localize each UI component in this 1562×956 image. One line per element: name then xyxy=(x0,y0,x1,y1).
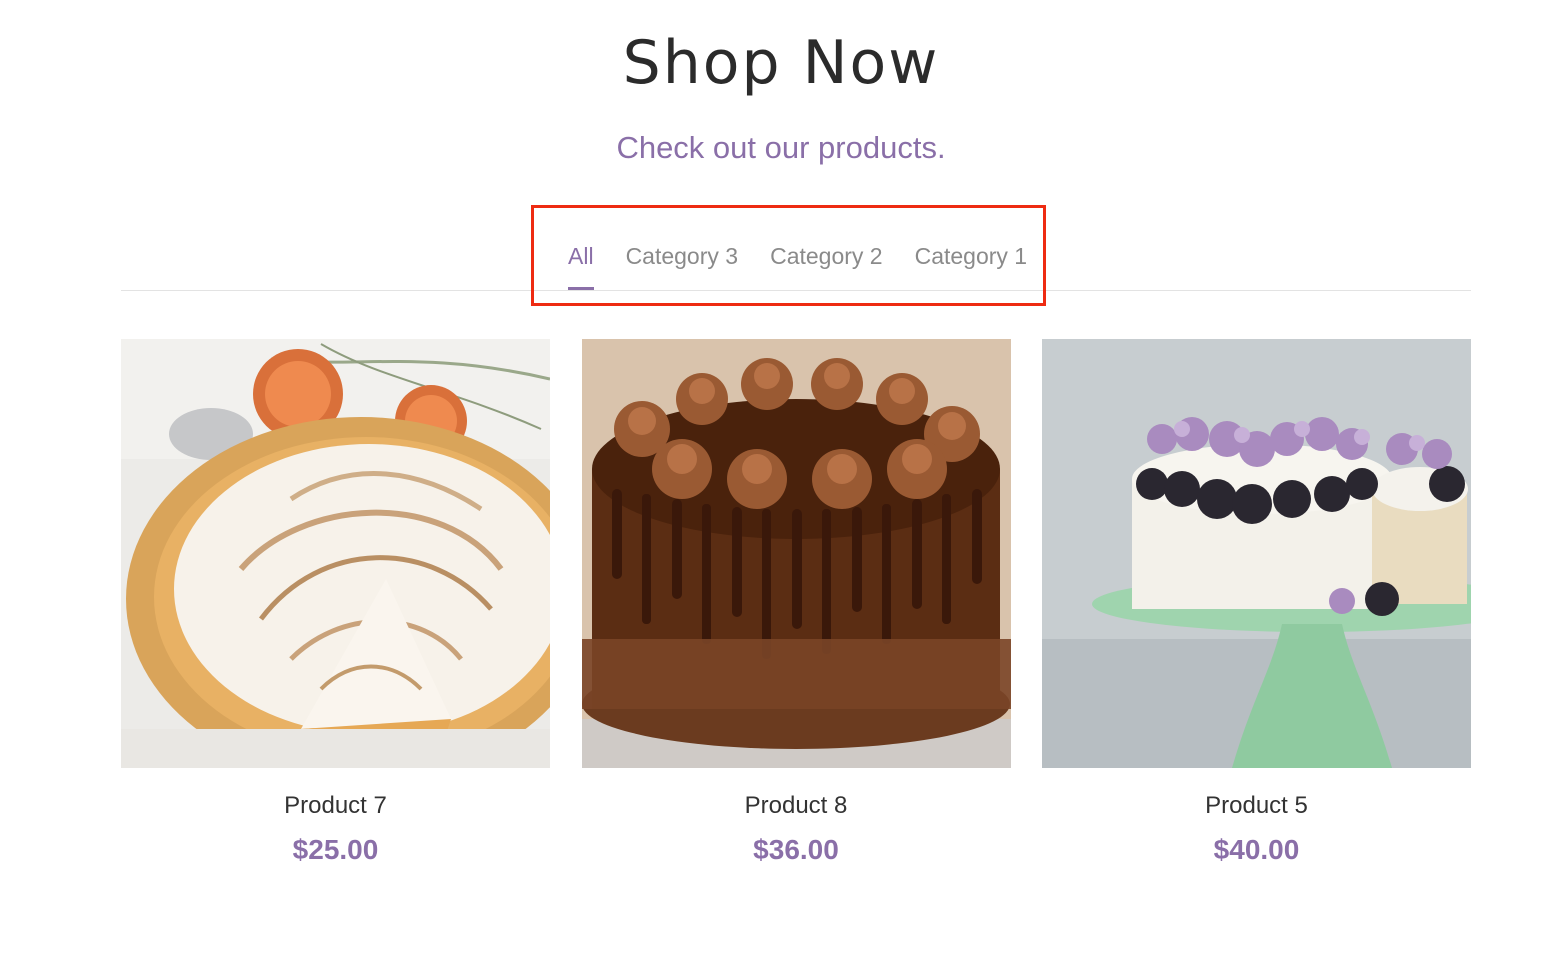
product-card[interactable]: Product 8 $36.00 xyxy=(581,339,1011,866)
product-grid: Product 7 $25.00 Product 8 $36.00 Produc… xyxy=(121,339,1471,866)
product-image-meringue-tart[interactable] xyxy=(121,339,550,768)
product-image-chocolate-drip-cake[interactable] xyxy=(581,339,1011,768)
product-price: $25.00 xyxy=(292,834,379,865)
category-filter-bar: All Category 3 Category 2 Category 1 xyxy=(121,230,1471,291)
page-title: Shop Now xyxy=(622,28,940,98)
product-name[interactable]: Product 5 xyxy=(1042,792,1471,820)
tab-category-1[interactable]: Category 1 xyxy=(899,240,1044,290)
page-subtitle: Check out our products. xyxy=(616,130,946,165)
product-card[interactable]: Product 7 $25.00 xyxy=(121,339,550,866)
product-image-blackberry-lilac-cake[interactable] xyxy=(1042,339,1471,768)
tab-category-2[interactable]: Category 2 xyxy=(754,240,899,290)
product-price: $40.00 xyxy=(1213,834,1300,865)
product-name[interactable]: Product 7 xyxy=(121,792,550,820)
category-tabs: All Category 3 Category 2 Category 1 xyxy=(568,240,1043,290)
product-card[interactable]: Product 5 $40.00 xyxy=(1042,339,1471,866)
product-name[interactable]: Product 8 xyxy=(582,792,1011,820)
shop-page: Shop Now Check out our products. All Cat… xyxy=(0,0,1562,956)
tab-all[interactable]: All xyxy=(568,240,610,290)
product-price: $36.00 xyxy=(753,834,839,865)
tab-category-3[interactable]: Category 3 xyxy=(610,240,755,290)
